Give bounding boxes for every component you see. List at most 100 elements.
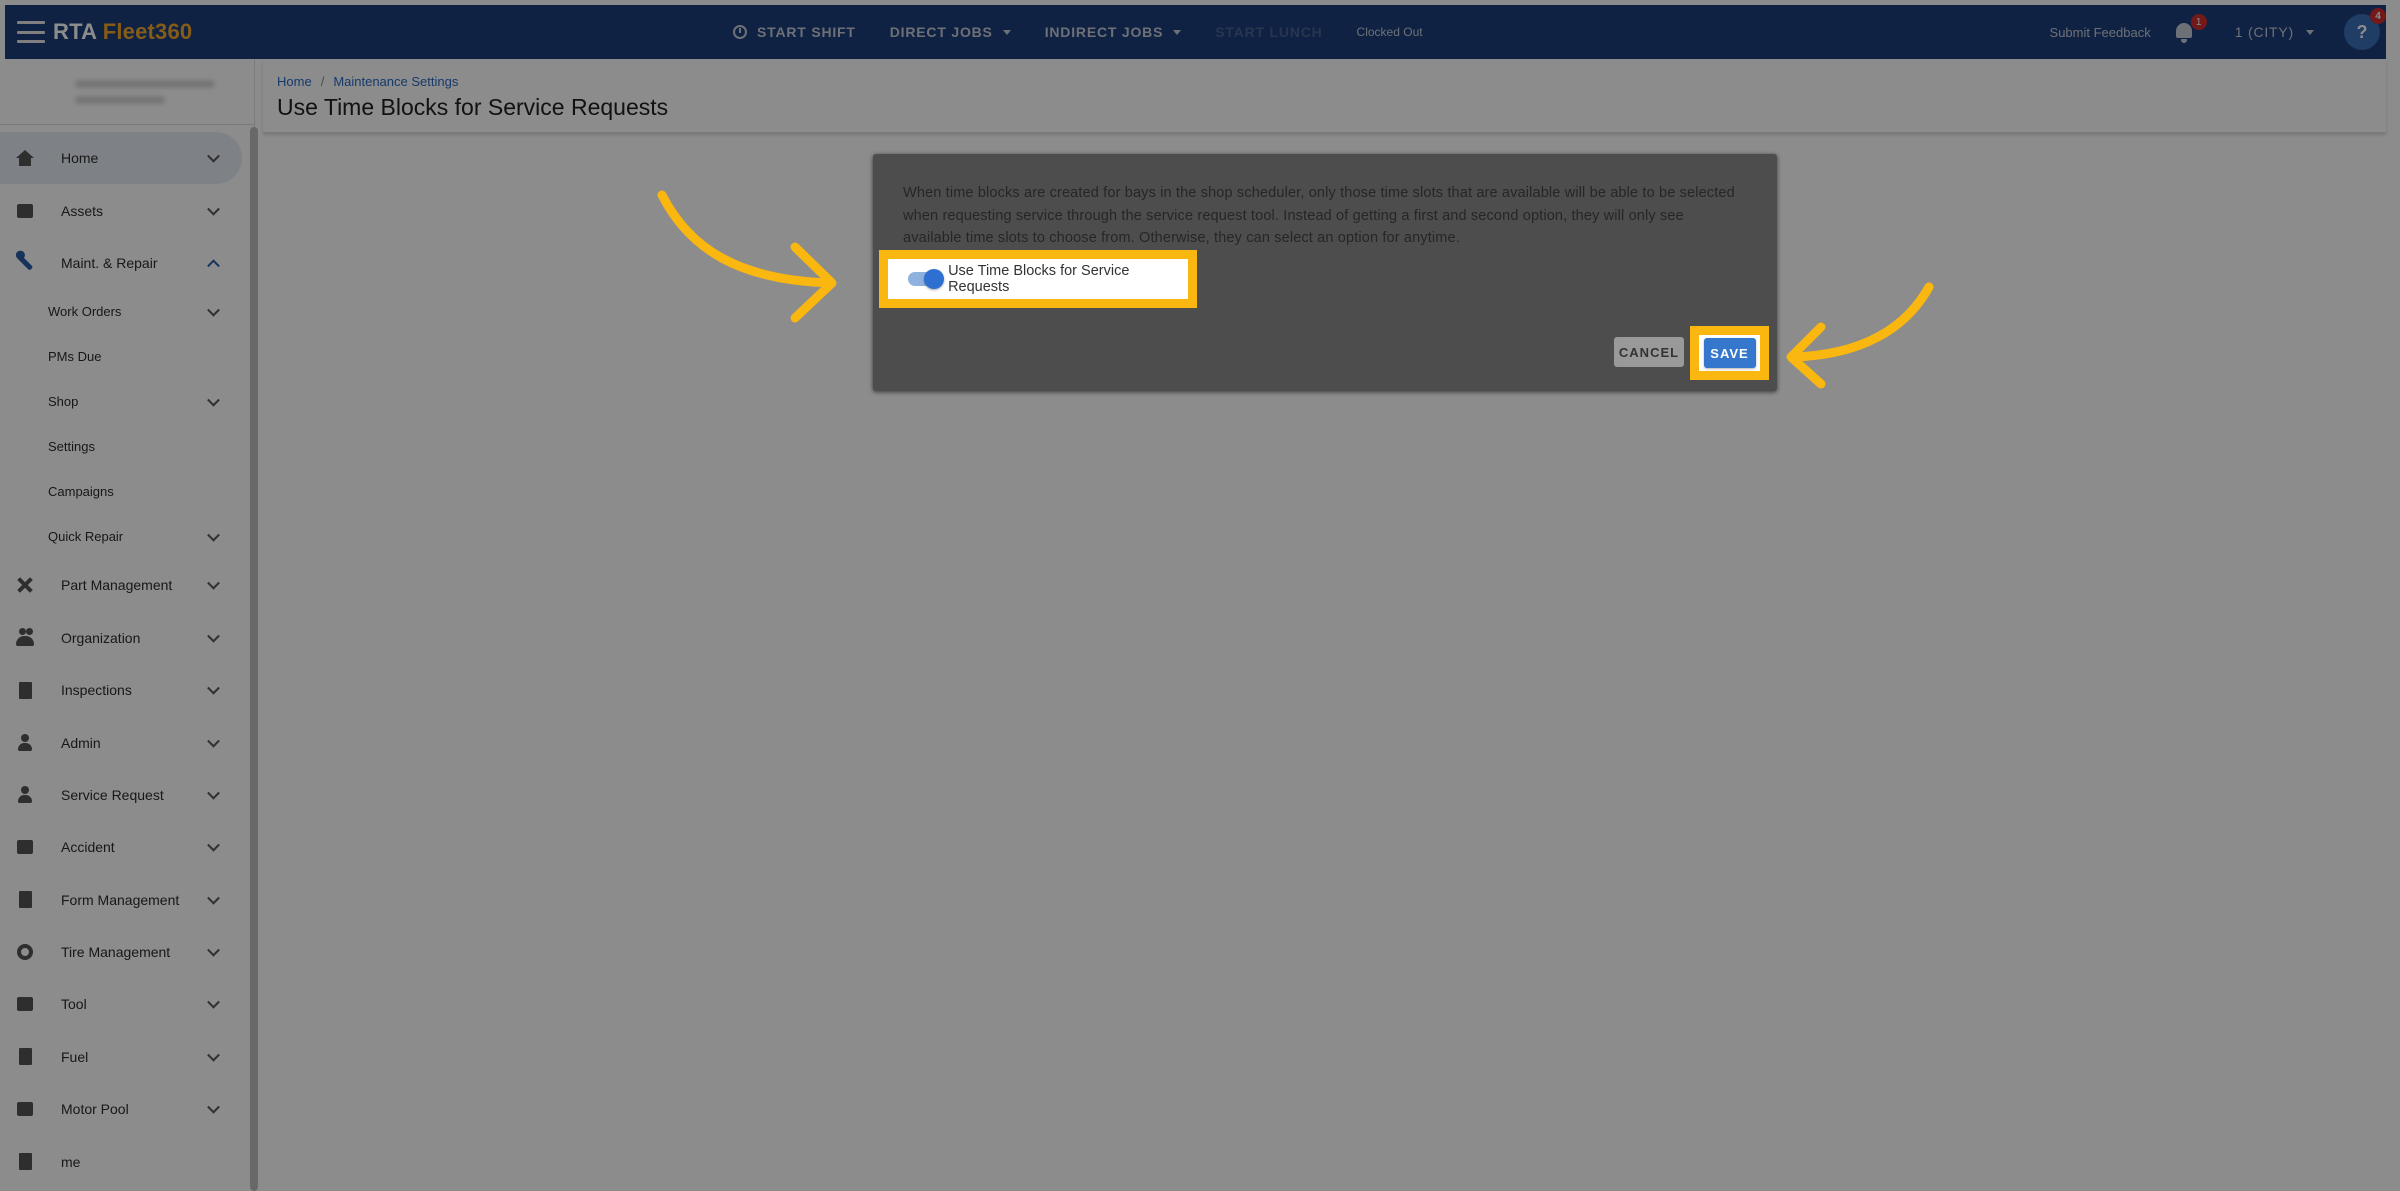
top-nav: START SHIFT DIRECT JOBS INDIRECT JOBS ST…: [733, 5, 1423, 59]
notification-badge: 1: [2190, 14, 2207, 30]
indirect-jobs-label: INDIRECT JOBS: [1044, 24, 1164, 40]
sidebar-item-settings[interactable]: Settings: [0, 424, 242, 469]
chevron-down-icon: [207, 577, 220, 590]
breadcrumb-home[interactable]: Home: [277, 74, 312, 89]
top-app-bar: RTA Fleet360 START SHIFT DIRECT JOBS IND…: [5, 5, 2386, 59]
sidebar-item-inspections[interactable]: Inspections: [0, 664, 242, 716]
switch-knob: [924, 269, 945, 289]
timer-icon: [733, 25, 747, 39]
home-icon: [15, 149, 35, 167]
chevron-down-icon: [207, 1101, 220, 1114]
sidebar-scrollbar[interactable]: [250, 127, 258, 1191]
sidebar-item-label: Inspections: [61, 682, 132, 699]
sidebar-item-label: Service Request: [61, 786, 164, 803]
brand-name-fleet360: Fleet360: [102, 19, 193, 44]
wrench-icon: [15, 254, 35, 272]
page-header: Home / Maintenance Settings Use Time Blo…: [263, 59, 2386, 133]
city-selector[interactable]: 1 (CITY): [2235, 24, 2314, 40]
chevron-down-icon: [207, 528, 220, 542]
chevron-down-icon: [207, 996, 220, 1010]
toolbox-icon: [15, 995, 35, 1013]
city-label: 1 (CITY): [2234, 24, 2294, 40]
sidebar-item-assets[interactable]: Assets: [0, 184, 242, 236]
form-icon: [15, 891, 35, 909]
chevron-down-icon: [207, 891, 220, 905]
clock-status: Clocked Out: [1356, 25, 1423, 39]
document-icon: [15, 1153, 35, 1171]
person-icon: [15, 785, 35, 804]
caret-down-icon: [2306, 29, 2314, 35]
direct-jobs-label: DIRECT JOBS: [889, 24, 993, 40]
sidebar-item-tire-management[interactable]: Tire Management: [0, 926, 242, 978]
sidebar-item-form-management[interactable]: Form Management: [0, 874, 242, 926]
sidebar-item-organization[interactable]: Organization: [0, 612, 242, 664]
brand-name-rta: RTA: [53, 19, 103, 44]
chevron-down-icon: [207, 150, 220, 163]
sidebar-item-label: Accident: [61, 839, 115, 856]
submit-feedback-link[interactable]: Submit Feedback: [2050, 25, 2151, 40]
tools-icon: [15, 576, 35, 594]
sidebar-item-label: Tool: [61, 996, 87, 1013]
fuel-icon: [15, 1048, 35, 1066]
use-time-blocks-switch[interactable]: [908, 269, 945, 289]
sidebar-item-label: Tire Management: [61, 944, 171, 961]
sidebar-item-part-management[interactable]: Part Management: [0, 559, 242, 611]
sidebar-item-home[interactable]: Home: [0, 132, 242, 185]
help-badge: 4: [2370, 8, 2386, 24]
chevron-down-icon: [207, 393, 220, 407]
sidebar-item-campaigns[interactable]: Campaigns: [0, 469, 242, 514]
admin-icon: [15, 733, 35, 752]
sidebar-item-label: Admin: [61, 734, 101, 751]
sidebar-item-me[interactable]: me: [0, 1135, 242, 1187]
start-lunch-button: START LUNCH: [1215, 24, 1322, 40]
sidebar-item-label: Quick Repair: [48, 529, 124, 545]
sidebar-item-quick-repair[interactable]: Quick Repair: [0, 514, 242, 559]
chevron-down-icon: [207, 629, 220, 643]
sidebar-item-tool[interactable]: Tool: [0, 978, 242, 1030]
chevron-down-icon: [207, 303, 220, 317]
cancel-button[interactable]: CANCEL: [1614, 337, 1684, 367]
toggle-label: Use Time Blocks for Service Requests: [948, 263, 1130, 295]
assets-icon: [15, 202, 35, 220]
top-right-actions: Submit Feedback 1 1 (CITY) ? 4: [2050, 5, 2386, 59]
start-lunch-label: START LUNCH: [1215, 24, 1323, 40]
sidebar-item-motor-pool[interactable]: Motor Pool: [0, 1083, 242, 1135]
sidebar-item-label: Part Management: [61, 577, 173, 594]
start-shift-button[interactable]: START SHIFT: [733, 24, 856, 40]
notifications-bell-icon[interactable]: 1: [2173, 14, 2207, 44]
direct-jobs-menu[interactable]: DIRECT JOBS: [890, 24, 1011, 40]
sidebar-item-label: Work Orders: [48, 304, 122, 320]
help-chat-icon[interactable]: ? 4: [2344, 8, 2386, 50]
caret-down-icon: [1002, 29, 1011, 35]
sidebar-item-label: Home: [61, 150, 99, 167]
save-button[interactable]: SAVE: [1703, 338, 1756, 368]
sidebar-item-label: Motor Pool: [61, 1101, 129, 1118]
sidebar-item-maint-repair[interactable]: Maint. & Repair: [0, 237, 242, 289]
menu-icon[interactable]: [17, 21, 45, 43]
brand-logo[interactable]: RTA Fleet360: [53, 19, 192, 45]
sidebar-item-accident[interactable]: Accident: [0, 821, 242, 873]
use-time-blocks-toggle-row[interactable]: Use Time Blocks for Service Requests: [879, 250, 1197, 308]
sidebar-item-label: PMs Due: [48, 349, 102, 365]
car-icon: [15, 838, 35, 856]
sidebar-item-admin[interactable]: Admin: [0, 716, 242, 768]
chevron-down-icon: [207, 1048, 220, 1062]
page-title: Use Time Blocks for Service Requests: [277, 94, 669, 120]
sidebar-item-service-request[interactable]: Service Request: [0, 769, 242, 821]
tire-icon: [15, 943, 35, 961]
start-shift-label: START SHIFT: [757, 24, 856, 40]
chevron-down-icon: [207, 943, 220, 957]
breadcrumb-maintenance-settings[interactable]: Maintenance Settings: [333, 74, 458, 89]
sidebar-item-work-orders[interactable]: Work Orders: [0, 289, 242, 334]
chevron-up-icon: [207, 259, 220, 273]
sidebar-item-fuel[interactable]: Fuel: [0, 1031, 242, 1083]
setting-description: When time blocks are created for bays in…: [903, 185, 1735, 246]
indirect-jobs-menu[interactable]: INDIRECT JOBS: [1045, 24, 1182, 40]
sidebar-item-label: Form Management: [61, 891, 180, 908]
sidebar-item-label: Shop: [48, 394, 79, 410]
sidebar-item-label: Organization: [61, 629, 141, 646]
sidebar-item-label: me: [61, 1153, 81, 1170]
sidebar-item-shop[interactable]: Shop: [0, 379, 242, 424]
sidebar-item-label: Maint. & Repair: [61, 254, 158, 271]
sidebar-item-pms-due[interactable]: PMs Due: [0, 334, 242, 379]
